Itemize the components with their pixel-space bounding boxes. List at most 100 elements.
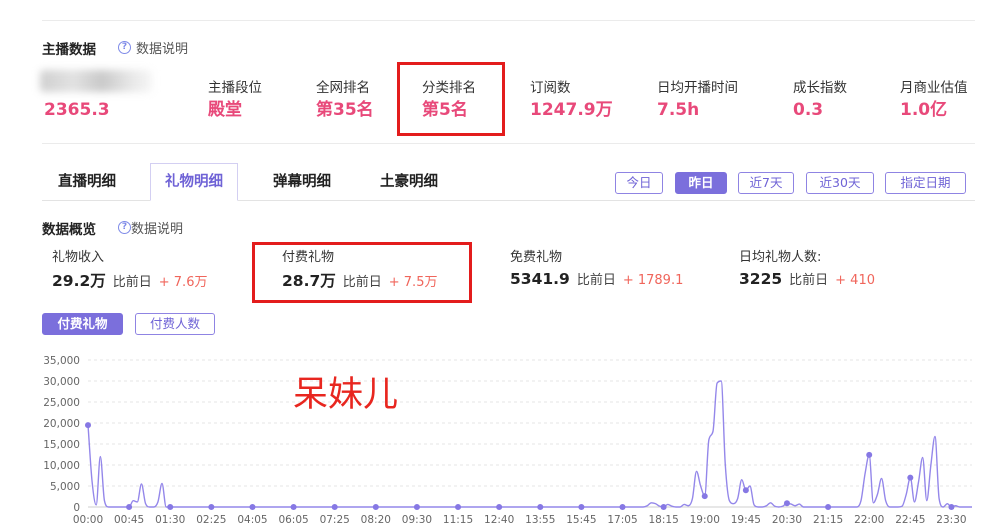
data-point: [167, 504, 174, 510]
filter-today-button[interactable]: 今日: [615, 172, 663, 194]
tab-gift-detail[interactable]: 礼物明细: [150, 163, 238, 201]
compare-label: 比前日: [112, 275, 152, 290]
stat-value: 7.5h: [657, 100, 700, 120]
overview-title: 数据概览: [42, 222, 96, 238]
overview-label: 免费礼物: [510, 250, 563, 265]
toggle-paid-gifts-button[interactable]: 付费礼物: [42, 313, 123, 335]
y-tick-label: 20,000: [43, 418, 80, 430]
data-point: [455, 504, 462, 510]
blurred-label: [40, 70, 152, 92]
filter-yesterday-button[interactable]: 昨日: [675, 172, 727, 194]
compare-label: 比前日: [342, 275, 382, 290]
stat-label: 月商业估值: [900, 80, 968, 96]
data-point: [742, 487, 749, 494]
annotation-text: 呆妹儿: [293, 375, 399, 415]
stat-label: 日均开播时间: [657, 80, 738, 96]
stat-label: 订阅数: [530, 80, 571, 96]
stat-overall-rank: 全网排名 第35名: [316, 80, 374, 120]
first-stat-value: 2365.3: [44, 100, 110, 120]
stat-label: 全网排名: [316, 80, 370, 96]
compare-label: 比前日: [576, 273, 616, 288]
x-tick-label: 06:05: [278, 514, 308, 526]
data-point: [413, 504, 420, 510]
top-divider: [42, 20, 975, 21]
data-point: [290, 504, 297, 510]
data-point: [783, 500, 790, 507]
data-point: [331, 504, 338, 510]
tab-danmaku-detail[interactable]: 弹幕明细: [258, 163, 346, 201]
tab-label: 直播明细: [58, 174, 116, 190]
delta-value: + 7.6万: [158, 275, 208, 290]
stat-value: 第35名: [316, 100, 374, 120]
x-tick-label: 15:45: [566, 514, 596, 526]
data-point: [907, 474, 914, 481]
y-tick-label: 30,000: [43, 376, 80, 388]
y-tick-label: 10,000: [43, 460, 80, 472]
stat-growth-index: 成长指数 0.3: [793, 80, 847, 120]
gift-line-chart[interactable]: 0 5,000 10,000 15,000 20,000 25,000 30,000 35,0…: [0, 340, 1000, 526]
data-explanation-link[interactable]: 数据说明: [136, 42, 188, 58]
tab-label: 礼物明细: [165, 174, 223, 190]
data-explanation-link[interactable]: 数据说明: [131, 222, 183, 238]
overview-free-gifts: 免费礼物 5341.9 比前日 + 1789.1: [510, 250, 683, 288]
stat-label: 分类排名: [422, 80, 476, 96]
overview-value: 3225: [739, 270, 783, 288]
x-tick-label: 09:30: [402, 514, 432, 526]
tab-top-spender-detail[interactable]: 土豪明细: [365, 163, 453, 201]
stat-value: 1247.9万: [530, 100, 613, 120]
data-point: [948, 504, 955, 510]
tab-label: 土豪明细: [380, 174, 438, 190]
tab-label: 弹幕明细: [273, 174, 331, 190]
data-point: [866, 451, 873, 458]
stat-value: 殿堂: [208, 100, 242, 120]
data-point: [825, 504, 832, 510]
overview-paid-gifts: 付费礼物 28.7万 比前日 + 7.5万: [282, 250, 437, 291]
stat-anchor-tier: 主播段位 殿堂: [208, 80, 262, 120]
delta-value: + 1789.1: [622, 273, 684, 288]
x-tick-label: 04:05: [237, 514, 267, 526]
data-point: [537, 504, 544, 510]
stat-monthly-valuation: 月商业估值 1.0亿: [900, 80, 968, 120]
tab-live-detail[interactable]: 直播明细: [42, 163, 132, 201]
x-tick-label: 12:40: [484, 514, 514, 526]
delta-value: + 7.5万: [388, 275, 438, 290]
stat-label: 主播段位: [208, 80, 262, 96]
stat-category-rank: 分类排名 第5名: [422, 80, 476, 120]
overview-gift-income: 礼物收入 29.2万 比前日 + 7.6万: [52, 250, 207, 291]
x-tick-label: 07:25: [320, 514, 350, 526]
x-tick-label: 02:25: [196, 514, 226, 526]
x-tick-label: 17:05: [607, 514, 637, 526]
filter-custom-date-button[interactable]: 指定日期: [885, 172, 966, 194]
data-point: [660, 504, 667, 510]
stat-subscribers: 订阅数 1247.9万: [530, 80, 613, 120]
overview-daily-gift-users: 日均礼物人数: 3225 比前日 + 410: [739, 250, 875, 288]
overview-label: 付费礼物: [282, 250, 335, 265]
overview-value: 29.2万: [52, 272, 106, 290]
data-point: [619, 504, 626, 510]
x-tick-label: 01:30: [155, 514, 185, 526]
y-tick-label: 15,000: [43, 439, 80, 451]
x-tick-label: 22:00: [854, 514, 884, 526]
anchor-data-title: 主播数据: [42, 42, 96, 58]
section-divider: [42, 143, 975, 144]
data-point: [126, 504, 133, 510]
x-tick-label: 21:15: [813, 514, 843, 526]
x-tick-label: 19:45: [731, 514, 761, 526]
overview-value: 28.7万: [282, 272, 336, 290]
x-tick-label: 22:45: [895, 514, 925, 526]
x-tick-label: 00:45: [114, 514, 144, 526]
data-point: [208, 504, 215, 510]
overview-value: 5341.9: [510, 270, 570, 288]
data-point: [578, 504, 585, 510]
question-circle-icon[interactable]: [118, 41, 131, 54]
overview-label: 日均礼物人数:: [739, 250, 822, 265]
data-point: [496, 504, 503, 510]
y-tick-label: 35,000: [43, 355, 80, 367]
x-tick-label: 11:15: [443, 514, 473, 526]
question-circle-icon[interactable]: [118, 221, 131, 234]
stat-value: 第5名: [422, 100, 468, 120]
toggle-paid-users-button[interactable]: 付费人数: [135, 313, 215, 335]
filter-30-days-button[interactable]: 近30天: [806, 172, 874, 194]
x-tick-label: 18:15: [648, 514, 678, 526]
filter-7-days-button[interactable]: 近7天: [738, 172, 794, 194]
